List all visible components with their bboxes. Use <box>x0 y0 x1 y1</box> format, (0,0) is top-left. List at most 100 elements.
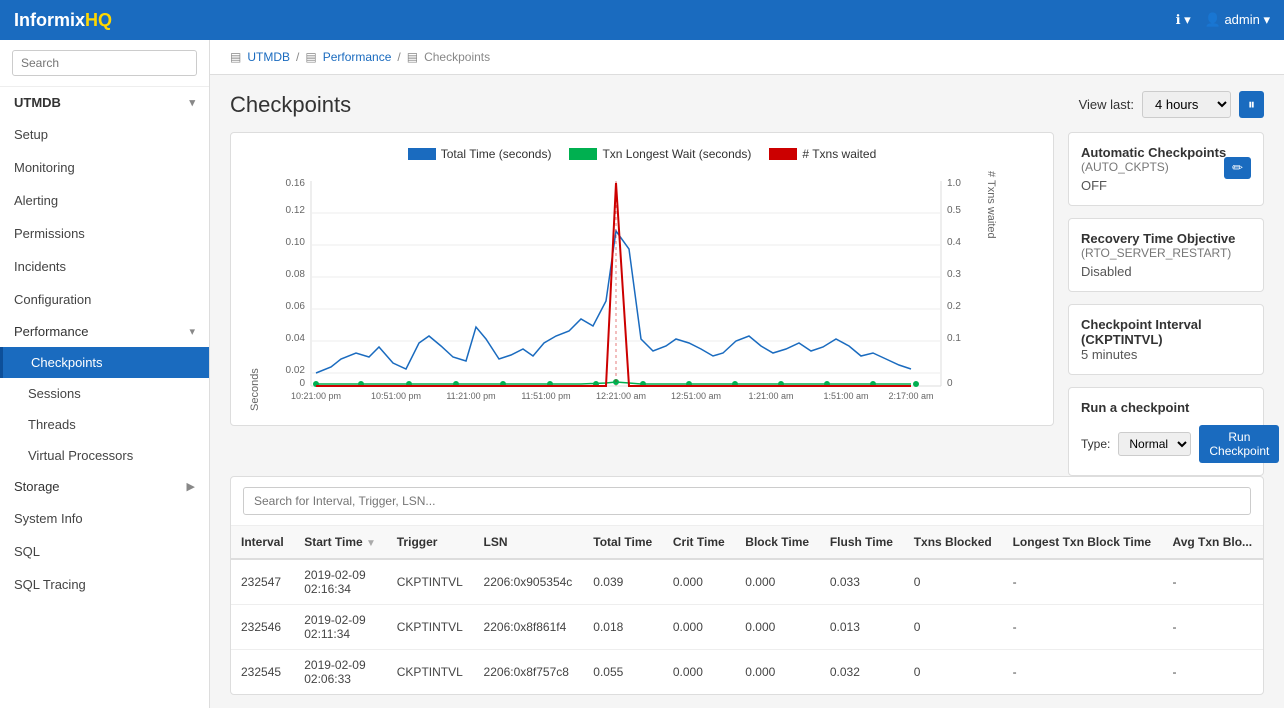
sidebar-item-permissions[interactable]: Permissions <box>0 217 209 250</box>
y-axis-right-label: # Txns waited <box>981 171 997 411</box>
col-start-time[interactable]: Start Time ▼ <box>294 526 387 559</box>
svg-text:0.10: 0.10 <box>286 237 306 248</box>
top-nav-right: ℹ ▾ 👤 admin ▾ <box>1176 12 1270 28</box>
cell-longest: - <box>1003 650 1163 695</box>
svg-text:0: 0 <box>947 378 953 389</box>
pause-button[interactable]: ⏸ <box>1239 91 1264 118</box>
breadcrumb: ▤ UTMDB / ▤ Performance / ▤ Checkpoints <box>210 40 1284 75</box>
rto-value: Disabled <box>1081 264 1251 279</box>
col-total-time: Total Time <box>583 526 663 559</box>
info-card-rto: Recovery Time Objective (RTO_SERVER_REST… <box>1068 218 1264 292</box>
rto-subtitle: (RTO_SERVER_RESTART) <box>1081 246 1251 260</box>
interval-title: Checkpoint Interval (CKPTINTVL) <box>1081 317 1251 347</box>
chart-container: Total Time (seconds) Txn Longest Wait (s… <box>230 132 1054 426</box>
view-last-control: View last: 4 hours 1 hour 8 hours 24 hou… <box>1079 91 1264 118</box>
sidebar-item-configuration[interactable]: Configuration <box>0 283 209 316</box>
col-longest-txn: Longest Txn Block Time <box>1003 526 1163 559</box>
svg-text:12:21:00 am: 12:21:00 am <box>596 391 646 401</box>
breadcrumb-db[interactable]: UTMDB <box>247 50 290 64</box>
legend-total-time: Total Time (seconds) <box>408 147 552 161</box>
chevron-right-icon-storage: ▶ <box>187 480 195 493</box>
col-block-time: Block Time <box>735 526 820 559</box>
auto-checkpoints-edit-button[interactable]: ✏ <box>1224 157 1251 179</box>
sidebar-item-storage[interactable]: Storage ▶ <box>0 471 209 502</box>
table-search-input[interactable] <box>243 487 1251 515</box>
admin-menu[interactable]: 👤 admin ▾ <box>1205 12 1270 28</box>
chevron-down-icon: ▾ <box>189 96 195 109</box>
cell-lsn: 2206:0x8f757c8 <box>474 650 584 695</box>
col-flush-time: Flush Time <box>820 526 904 559</box>
sidebar-item-checkpoints[interactable]: Checkpoints <box>0 347 209 378</box>
run-checkpoint-row: Type: Normal Fuzzy Sharp Run Checkpoint <box>1081 425 1251 463</box>
cell-longest: - <box>1003 605 1163 650</box>
col-txns-blocked: Txns Blocked <box>904 526 1003 559</box>
sidebar-item-setup[interactable]: Setup <box>0 118 209 151</box>
svg-text:10:51:00 pm: 10:51:00 pm <box>371 391 421 401</box>
svg-text:1:51:00 am: 1:51:00 am <box>823 391 868 401</box>
info-card-interval: Checkpoint Interval (CKPTINTVL) 5 minute… <box>1068 304 1264 375</box>
cell-total-time: 0.039 <box>583 559 663 605</box>
cell-interval: 232546 <box>231 605 294 650</box>
sidebar-group-utmdb[interactable]: UTMDB ▾ <box>0 87 209 118</box>
cell-trigger: CKPTINTVL <box>387 605 474 650</box>
run-checkpoint-type-select[interactable]: Normal Fuzzy Sharp <box>1118 432 1191 456</box>
right-panel: Automatic Checkpoints (AUTO_CKPTS) OFF ✏… <box>1054 132 1264 476</box>
chart-legend: Total Time (seconds) Txn Longest Wait (s… <box>245 147 1039 161</box>
sidebar-item-sessions[interactable]: Sessions <box>0 378 209 409</box>
rto-title: Recovery Time Objective <box>1081 231 1251 246</box>
cell-avg: - <box>1162 559 1263 605</box>
cell-interval: 232547 <box>231 559 294 605</box>
sidebar: UTMDB ▾ Setup Monitoring Alerting Permis… <box>0 40 210 708</box>
legend-color-wait <box>569 148 597 160</box>
sidebar-item-incidents[interactable]: Incidents <box>0 250 209 283</box>
sidebar-item-alerting[interactable]: Alerting <box>0 184 209 217</box>
cell-trigger: CKPTINTVL <box>387 559 474 605</box>
cell-start-time: 2019-02-0902:06:33 <box>294 650 387 695</box>
breadcrumb-section[interactable]: Performance <box>323 50 392 64</box>
info-card-auto-checkpoints: Automatic Checkpoints (AUTO_CKPTS) OFF ✏ <box>1068 132 1264 206</box>
sidebar-item-sql[interactable]: SQL <box>0 535 209 568</box>
run-checkpoint-type-label: Type: <box>1081 437 1110 451</box>
sidebar-item-monitoring[interactable]: Monitoring <box>0 151 209 184</box>
breadcrumb-current: Checkpoints <box>424 50 490 64</box>
y-axis-left-label: Seconds <box>245 171 261 411</box>
auto-checkpoints-value: OFF <box>1081 178 1251 193</box>
svg-text:0.4: 0.4 <box>947 237 961 248</box>
sidebar-item-system-info[interactable]: System Info <box>0 502 209 535</box>
cell-lsn: 2206:0x905354c <box>474 559 584 605</box>
cell-flush-time: 0.033 <box>820 559 904 605</box>
sidebar-search-container <box>0 40 209 87</box>
cell-start-time: 2019-02-0902:11:34 <box>294 605 387 650</box>
page-title: Checkpoints <box>230 92 351 118</box>
cell-crit-time: 0.000 <box>663 559 735 605</box>
checkpoints-table-section: Interval Start Time ▼ Trigger LSN Total … <box>230 476 1264 695</box>
info-icon[interactable]: ℹ ▾ <box>1176 12 1191 28</box>
legend-label-total: Total Time (seconds) <box>441 147 552 161</box>
col-interval: Interval <box>231 526 294 559</box>
cell-txns-blocked: 0 <box>904 650 1003 695</box>
sidebar-item-sql-tracing[interactable]: SQL Tracing <box>0 568 209 601</box>
sort-icon: ▼ <box>366 538 376 549</box>
svg-text:0.02: 0.02 <box>286 365 306 376</box>
svg-text:2:17:00 am: 2:17:00 am <box>888 391 933 401</box>
cell-total-time: 0.055 <box>583 650 663 695</box>
sidebar-item-threads[interactable]: Threads <box>0 409 209 440</box>
run-checkpoint-button[interactable]: Run Checkpoint <box>1199 425 1279 463</box>
cell-crit-time: 0.000 <box>663 650 735 695</box>
col-trigger: Trigger <box>387 526 474 559</box>
logo: InformixHQ <box>14 10 112 31</box>
chevron-right-icon: ▾ <box>189 325 195 338</box>
breadcrumb-section-icon: ▤ <box>305 50 316 64</box>
main-content: ▤ UTMDB / ▤ Performance / ▤ Checkpoints … <box>210 40 1284 708</box>
search-input[interactable] <box>12 50 197 76</box>
line-chart: 0 0.02 0.04 0.06 0.08 0.10 0.12 0.16 0 <box>261 171 981 411</box>
cell-trigger: CKPTINTVL <box>387 650 474 695</box>
cell-lsn: 2206:0x8f861f4 <box>474 605 584 650</box>
svg-text:11:21:00 pm: 11:21:00 pm <box>446 391 495 401</box>
sidebar-item-virtual-processors[interactable]: Virtual Processors <box>0 440 209 471</box>
legend-label-txns: # Txns waited <box>802 147 876 161</box>
legend-color-total <box>408 148 436 160</box>
svg-text:0.06: 0.06 <box>286 301 306 312</box>
sidebar-item-performance[interactable]: Performance ▾ <box>0 316 209 347</box>
view-last-select[interactable]: 4 hours 1 hour 8 hours 24 hours <box>1142 91 1231 118</box>
